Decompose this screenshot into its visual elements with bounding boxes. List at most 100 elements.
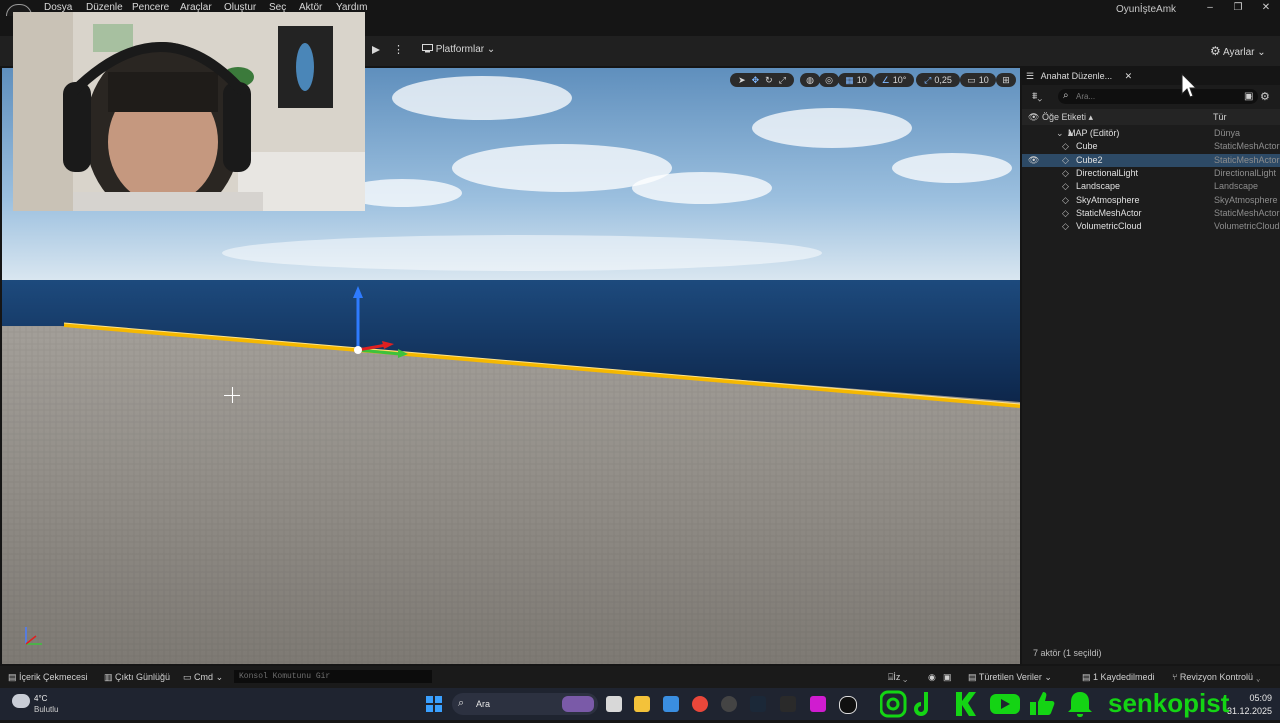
minimize-button[interactable]: – — [1196, 2, 1224, 13]
derived-data-button[interactable]: ▤ Türetilen Veriler ⌄ — [968, 672, 1052, 683]
cmd-label: Cmd — [194, 672, 214, 682]
camera-speed-toggle[interactable]: ▭ 10 — [960, 73, 996, 87]
outliner-search-box[interactable]: ⌕ Ara... ⌄ — [1058, 89, 1258, 104]
outliner-row-name: DirectionalLight — [1076, 167, 1139, 178]
system-clock[interactable]: 05:09 31.12.2025 — [1226, 693, 1272, 716]
transform-gizmo[interactable] — [342, 284, 412, 364]
outliner-row[interactable]: ◇ Landscape Landscape — [1022, 180, 1280, 193]
unsaved-label: 1 Kaydedilmedi — [1093, 672, 1155, 682]
world-local-icon[interactable]: ◍ — [800, 73, 820, 87]
filter-icon[interactable]: ⩩⌄ — [1032, 91, 1042, 102]
angle-snap-value: 10° — [892, 75, 907, 85]
outliner-row-name: StaticMeshActor — [1076, 207, 1142, 218]
move-icon[interactable]: ✥ — [752, 75, 760, 86]
search-icon: ⌕ — [1063, 90, 1069, 101]
outliner-row[interactable]: 👁 ◇ Cube2 StaticMeshActor — [1022, 153, 1280, 167]
actor-icon: ◇ — [1062, 221, 1069, 232]
visibility-column-icon: 👁 — [1028, 112, 1040, 122]
store-icon[interactable] — [663, 696, 679, 712]
trace-label: İz — [893, 672, 901, 682]
github-icon[interactable] — [721, 696, 737, 712]
settings-label: Ayarlar — [1223, 47, 1255, 58]
console-placeholder: Konsol Komutunu Gir — [239, 672, 331, 681]
more-options-icon[interactable]: ⋮ — [393, 43, 404, 56]
chevron-down-icon: ⌄ — [902, 672, 908, 682]
social-icons-overlay — [879, 688, 1100, 720]
record-icon[interactable]: ◉ — [928, 672, 936, 683]
actor-icon: ◇ — [1062, 207, 1069, 218]
revision-control-button[interactable]: ⑂ Revizyon Kontrolü ⌄ — [1172, 672, 1261, 682]
tab-outliner[interactable]: ☰ Anahat Düzenle... ✕ — [1026, 71, 1132, 85]
derived-data-label: Türetilen Veriler — [978, 672, 1042, 682]
clock-time: 05:09 — [1249, 693, 1272, 703]
close-tab-icon[interactable]: ✕ — [1125, 71, 1133, 81]
layout-icon[interactable]: ⊞ — [996, 73, 1016, 87]
steam-icon[interactable] — [750, 696, 766, 712]
scale-snap-toggle[interactable]: ⤢ 0,25 — [916, 73, 960, 87]
chevron-down-icon: ⌄ — [1257, 47, 1266, 58]
webcam-feed-image — [13, 12, 365, 211]
grid-snap-value: 10 — [856, 75, 867, 85]
crosshair-vertical — [232, 387, 233, 403]
screenshot-icon[interactable]: ▣ — [943, 672, 952, 683]
trace-dropdown[interactable]: ⌸İz ⌄ — [888, 672, 907, 683]
outliner-row[interactable]: ◇ StaticMeshActor StaticMeshActor — [1022, 207, 1280, 220]
outliner-row-name: VolumetricCloud — [1076, 221, 1142, 232]
scale-snap-icon: ⤢ — [924, 74, 932, 85]
outliner-row-type: StaticMeshActor — [1214, 141, 1280, 152]
task-view-icon[interactable] — [606, 696, 622, 712]
unsaved-button[interactable]: ▤ 1 Kaydedilmedi — [1082, 672, 1155, 683]
visibility-eye-icon[interactable]: 👁 — [1028, 155, 1039, 166]
gear-icon[interactable]: ⚙ — [1260, 90, 1270, 103]
unreal-engine-icon[interactable] — [839, 696, 857, 714]
console-icon: ▭ — [183, 672, 192, 682]
output-log-button[interactable]: ▥ Çıktı Günlüğü — [104, 672, 170, 683]
epic-games-icon[interactable] — [780, 696, 796, 712]
chrome-icon[interactable] — [692, 696, 708, 712]
scale-snap-value: 0,25 — [934, 75, 952, 85]
outliner-row[interactable]: ◇ Cube StaticMeshActor — [1022, 140, 1280, 153]
angle-snap-toggle[interactable]: ∠ 10° — [874, 73, 914, 87]
restore-button[interactable]: ❐ — [1224, 2, 1252, 13]
play-icon[interactable] — [371, 45, 381, 55]
grid-snap-toggle[interactable]: ▦ 10 — [838, 73, 874, 87]
surface-snap-icon[interactable]: ◎ — [819, 73, 839, 87]
add-folder-icon[interactable]: ▣ — [1244, 91, 1253, 102]
console-input[interactable]: Konsol Komutunu Gir — [234, 670, 432, 683]
axis-indicator-icon — [25, 627, 42, 645]
settings-dropdown[interactable]: ⚙ Ayarlar ⌄ — [1210, 44, 1266, 58]
column-type[interactable]: Tür — [1213, 112, 1227, 122]
outliner-search-placeholder: Ara... — [1076, 92, 1096, 101]
rotate-icon[interactable]: ↻ — [765, 75, 773, 86]
cloud-icon[interactable] — [12, 694, 30, 708]
platforms-dropdown[interactable]: Platformlar ⌄ — [422, 44, 495, 55]
weather-temp[interactable]: 4°C — [34, 694, 47, 703]
outliner-row[interactable]: ◇ VolumetricCloud VolumetricCloud — [1022, 220, 1280, 233]
cmd-dropdown[interactable]: ▭ Cmd ⌄ — [183, 672, 223, 683]
windows-start-icon[interactable] — [426, 696, 442, 712]
close-button[interactable]: ✕ — [1252, 2, 1280, 13]
column-label[interactable]: Öğe Etiketi ▴ — [1042, 112, 1093, 123]
purple-app-icon[interactable] — [810, 696, 826, 712]
outliner-row[interactable]: ◇ SkyAtmosphere SkyAtmosphere — [1022, 194, 1280, 207]
save-icon: ▤ — [1082, 672, 1091, 682]
taskbar-search[interactable]: ⌕ Ara — [452, 693, 598, 715]
chevron-down-icon: ⌄ — [1044, 672, 1052, 682]
outliner-row-type: StaticMeshActor — [1214, 154, 1280, 165]
project-title: OyunİşteAmk — [1116, 4, 1177, 15]
content-drawer-button[interactable]: ▤ İçerik Çekmecesi — [8, 672, 88, 683]
outliner-row-name: SkyAtmosphere — [1076, 194, 1140, 205]
outliner-row-name: Landscape — [1076, 181, 1121, 192]
scale-icon[interactable]: ⤢ — [779, 75, 786, 86]
actor-icon: ◇ — [1062, 154, 1069, 165]
weather-desc[interactable]: Bulutlu — [34, 705, 58, 714]
file-explorer-icon[interactable] — [634, 696, 650, 712]
outliner-row-type: Landscape — [1214, 181, 1259, 192]
column-label-text: Öğe Etiketi — [1042, 112, 1087, 122]
outliner-row[interactable]: ◇ DirectionalLight DirectionalLight — [1022, 167, 1280, 180]
select-arrow-icon[interactable]: ➤ — [738, 75, 746, 86]
outliner-panel: ☰ Anahat Düzenle... ✕ ⩩⌄ ⌕ Ara... ⌄ ▣ ⚙ … — [1022, 68, 1280, 664]
actor-icon: ◇ — [1062, 181, 1069, 192]
outliner-row[interactable]: ⌄ ▲ MAP (Editör) Dünya — [1022, 127, 1280, 140]
transform-mode-group[interactable]: ➤ ✥ ↻ ⤢ — [730, 73, 794, 87]
